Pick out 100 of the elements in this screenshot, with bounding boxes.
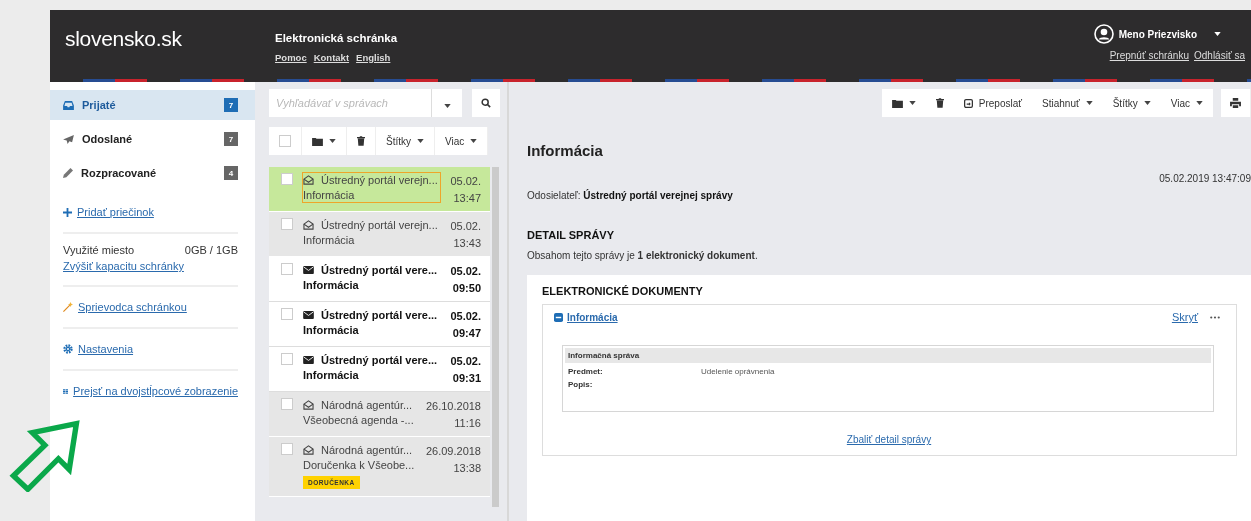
caret-icon[interactable] (1214, 32, 1221, 36)
increase-capacity-link[interactable]: Zvýšiť kapacitu schránky (63, 260, 184, 272)
hide-link[interactable]: Skryť (1171, 311, 1198, 323)
folder-item[interactable]: Prijaté 7 (50, 90, 255, 120)
message-row[interactable]: Národná agentúr... Všeobecná agenda -... 26.10.2018 11:16 (269, 392, 490, 437)
row-checkbox[interactable] (281, 263, 293, 275)
storage-value: 0GB / 1GB (184, 244, 238, 256)
message-sender: Ústredný portál vere... (321, 354, 438, 366)
message-row[interactable]: Ústredný portál vere... Informácia 05.02. 09:47 (269, 302, 490, 347)
sidebar-link[interactable]: Sprievodca schránkou (78, 301, 187, 313)
message-time: 13:43 (453, 237, 481, 249)
message-time: 13:38 (453, 462, 481, 474)
form-title: Informačná správa (565, 348, 1211, 363)
row-checkbox[interactable] (281, 173, 293, 185)
plus-icon (63, 207, 72, 217)
message-title: Informácia (527, 142, 604, 159)
open-envelope-icon (303, 400, 314, 410)
message-date: 05.02. (450, 175, 481, 187)
inbox-icon (63, 100, 74, 110)
section-heading: DETAIL SPRÁVY (527, 229, 615, 241)
message-sender: Ústredný portál vere... (321, 264, 438, 276)
storage-label: Využité miesto (63, 244, 135, 256)
header-link[interactable]: Pomoc (275, 52, 307, 63)
row-checkbox[interactable] (281, 398, 293, 410)
sidebar-link[interactable]: Nastavenia (78, 343, 134, 355)
caret-icon (329, 139, 336, 143)
message-date: 05.02. (450, 265, 481, 277)
message-sender: Ústredný portál verejn... (321, 219, 438, 231)
user-icon (1093, 24, 1114, 44)
row-checkbox[interactable] (281, 308, 293, 320)
select-all-checkbox[interactable] (279, 135, 291, 147)
collapse-detail-link[interactable]: Zbaliť detail správy (846, 434, 932, 445)
more-icon[interactable] (1210, 315, 1220, 319)
message-time: 11:16 (454, 417, 481, 429)
caret-icon (1196, 101, 1203, 105)
search-button[interactable] (472, 89, 500, 117)
pencil-icon (63, 168, 73, 178)
sidebar-link[interactable]: Prejsť na dvojstĺpcové zobrazenie (73, 385, 238, 397)
documents-heading: ELEKTRONICKÉ DOKUMENTY (542, 285, 704, 297)
row-checkbox[interactable] (281, 353, 293, 365)
message-subject: Informácia (303, 369, 360, 381)
message-subject: Informácia (303, 279, 360, 291)
pointer-arrow-icon (8, 420, 80, 492)
collapse-icon[interactable] (554, 312, 563, 322)
caret-icon (470, 139, 478, 143)
message-datetime: 05.02.2019 13:47:09 (1158, 173, 1251, 184)
sender-name: Ústredný portál verejnej správy (583, 190, 733, 201)
search-field[interactable]: Vyhľadávať v správach (269, 89, 431, 117)
header-link[interactable]: Odhlásiť sa (1194, 50, 1245, 61)
count-badge: 4 (224, 166, 238, 180)
open-envelope-icon (303, 220, 314, 230)
row-checkbox[interactable] (281, 443, 293, 455)
magic-wand-icon (63, 302, 73, 312)
message-row[interactable]: Ústredný portál verejn... Informácia 05.02. 13:47 (269, 167, 490, 212)
message-sender: Ústredný portál vere... (321, 309, 438, 321)
folder-icon (312, 136, 323, 146)
message-subject: Informácia (303, 234, 356, 246)
print-button[interactable] (1221, 89, 1251, 117)
print-icon (1230, 98, 1241, 108)
caret-icon (443, 103, 451, 108)
message-time: 13:47 (453, 192, 481, 204)
message-subject: Doručenka k Všeobe... (303, 459, 416, 471)
message-summary: Obsahom tejto správy je 1 elektronický dokument. (527, 250, 759, 261)
message-time: 09:31 (452, 372, 481, 384)
message-date: 05.02. (450, 220, 481, 232)
add-folder-link[interactable]: Pridať priečinok (77, 206, 154, 218)
message-time: 09:50 (452, 282, 481, 294)
paper-plane-icon (63, 134, 74, 144)
caret-icon (417, 139, 424, 143)
folder-item[interactable]: Odoslané 7 (50, 124, 255, 154)
envelope-icon (303, 356, 314, 364)
header-link[interactable]: Prepnúť schránku (1109, 50, 1189, 61)
field-label: Predmet: (568, 367, 604, 376)
row-checkbox[interactable] (281, 218, 293, 230)
columns-icon (63, 386, 69, 396)
header-link[interactable]: English (356, 52, 391, 63)
scrollbar[interactable] (492, 167, 499, 507)
caret-icon (1143, 101, 1151, 105)
search-icon (481, 98, 491, 108)
field-value: Udelenie oprávnenia (701, 367, 775, 376)
search-options-button[interactable] (431, 89, 462, 117)
message-sender: Národná agentúr... (321, 399, 413, 411)
count-badge: 7 (224, 132, 238, 146)
count-badge: 7 (224, 98, 238, 112)
document-link[interactable]: Informácia (567, 311, 618, 323)
message-subject: Informácia (303, 324, 360, 336)
message-date: 05.02. (450, 310, 481, 322)
message-sender: Ústredný portál verejn... (321, 174, 438, 186)
folder-item[interactable]: Rozpracované 4 (50, 158, 255, 188)
message-row[interactable]: Ústredný portál vere... Informácia 05.02. 09:31 (269, 347, 490, 392)
envelope-icon (303, 266, 314, 274)
forward-icon (963, 98, 973, 108)
user-name[interactable]: Meno Priezvisko (1118, 28, 1197, 40)
message-date: 26.10.2018 (425, 400, 481, 412)
message-row[interactable]: Ústredný portál verejn... Informácia 05.02. 13:43 (269, 212, 490, 257)
message-row[interactable]: Ústredný portál vere... Informácia 05.02. 09:50 (269, 257, 490, 302)
header-link[interactable]: Kontakt (313, 52, 350, 63)
open-envelope-icon (303, 445, 314, 455)
trash-icon (935, 98, 944, 108)
site-logo[interactable]: slovensko.sk (65, 27, 275, 51)
